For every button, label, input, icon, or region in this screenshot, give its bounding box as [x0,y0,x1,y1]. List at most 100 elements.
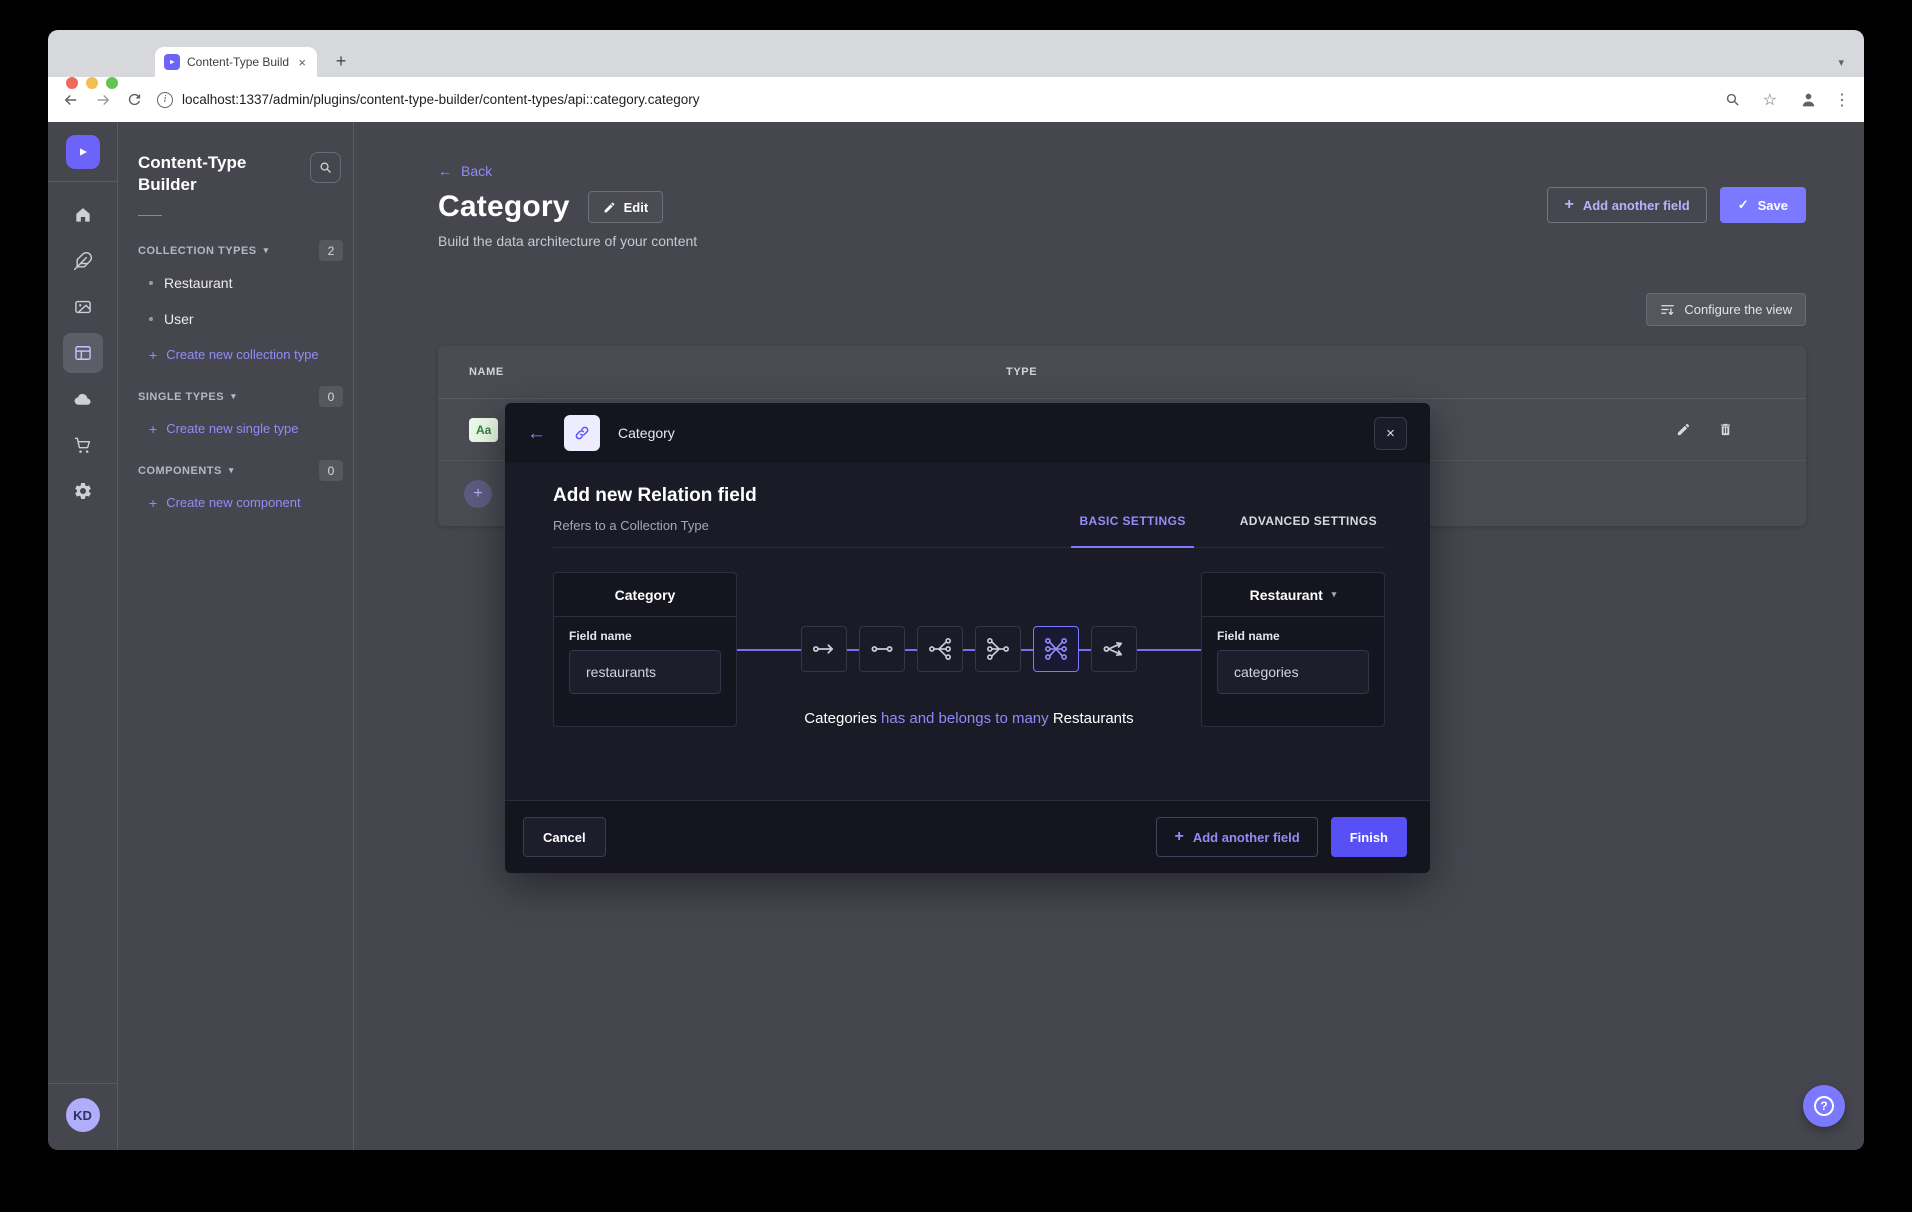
sidebar-item-restaurant[interactable]: Restaurant [138,265,343,301]
relation-type-selector [737,626,1201,672]
browser-tab[interactable]: Content-Type Builder | Strapi × [155,47,317,77]
chevron-down-icon: ▾ [1332,589,1337,600]
finish-button[interactable]: Finish [1331,817,1407,857]
browser-tab-strip: Content-Type Builder | Strapi × + ▾ [48,30,1864,77]
zoom-icon[interactable] [1724,91,1741,108]
rail-item-content-manager[interactable] [63,241,103,281]
cloud-icon [72,389,93,410]
edit-button[interactable]: Edit [588,191,664,223]
create-collection-type-link[interactable]: + Create new collection type [138,337,319,372]
images-icon [73,297,93,317]
plus-icon: + [149,422,157,436]
tab-close-icon[interactable]: × [296,56,308,69]
relation-many-to-one-button[interactable] [975,626,1021,672]
search-button[interactable] [310,152,341,183]
profile-avatar-icon[interactable] [1799,90,1818,109]
help-button[interactable]: ? [1803,1085,1845,1127]
target-field-name-input[interactable] [1217,650,1369,694]
close-icon[interactable]: × [1374,417,1407,450]
pencil-icon [603,201,616,214]
strapi-logo[interactable] [66,135,100,169]
address-bar[interactable]: i localhost:1337/admin/plugins/content-t… [157,92,1710,108]
relation-many-way-button[interactable] [1091,626,1137,672]
many-to-many-icon [1043,636,1069,662]
user-avatar[interactable]: KD [66,1098,100,1132]
modal-header: ← Category × [505,403,1430,463]
relation-one-to-one-button[interactable] [859,626,905,672]
question-icon: ? [1814,1096,1834,1116]
check-icon: ✓ [1738,197,1749,213]
count-badge: 0 [319,386,343,407]
text-type-badge: Aa [469,418,498,442]
tab-advanced-settings[interactable]: ADVANCED SETTINGS [1232,514,1385,548]
list-settings-icon [1660,302,1675,317]
tab-basic-settings[interactable]: BASIC SETTINGS [1071,514,1193,548]
sidebar-item-user[interactable]: User [138,301,343,337]
ctb-sidebar: Content-Type Builder COLLECTION TYPES ▾ … [118,122,354,1150]
minimize-window-button[interactable] [86,77,98,89]
back-link[interactable]: ← Back [438,162,498,180]
create-component-link[interactable]: + Create new component [138,485,301,520]
count-badge: 2 [319,240,343,261]
gear-icon [73,481,93,501]
column-name: NAME [469,366,1006,378]
reload-icon[interactable] [126,91,143,108]
plus-icon: + [149,496,157,510]
target-collection-dropdown[interactable]: Restaurant ▾ [1202,573,1384,617]
relation-configurator: Category Field name [553,572,1385,737]
bookmark-star-icon[interactable]: ☆ [1757,89,1783,111]
column-type: TYPE [1006,366,1037,378]
rail-item-cloud[interactable] [63,379,103,419]
many-to-one-icon [985,636,1011,662]
plus-circle-icon: + [464,480,492,508]
source-field-name-input[interactable] [569,650,721,694]
browser-menu-icon[interactable]: ⋮ [1834,90,1850,110]
chevron-down-icon: ▾ [231,391,236,402]
configure-view-button[interactable]: Configure the view [1646,293,1806,326]
close-window-button[interactable] [66,77,78,89]
section-collection-types[interactable]: COLLECTION TYPES ▾ 2 [138,240,343,261]
modal-add-another-field-button[interactable]: + Add another field [1156,817,1317,857]
tab-title: Content-Type Builder | Strapi [187,55,289,69]
relation-one-to-many-button[interactable] [917,626,963,672]
section-components[interactable]: COMPONENTS ▾ 0 [138,460,343,481]
relation-link-icon [564,415,600,451]
rail-item-marketplace[interactable] [63,425,103,465]
sidebar-divider [138,215,162,216]
save-button[interactable]: ✓ Save [1720,187,1806,223]
home-icon [73,205,93,225]
modal-body: Add new Relation field Refers to a Colle… [505,463,1430,800]
edit-field-button[interactable] [1676,422,1691,437]
pencil-icon [1676,422,1691,437]
url-text: localhost:1337/admin/plugins/content-typ… [182,92,700,107]
relation-sentence: Categories has and belongs to many Resta… [737,710,1201,727]
rail-item-content-type-builder[interactable] [63,333,103,373]
relation-many-to-many-button[interactable] [1033,626,1079,672]
relation-one-way-button[interactable] [801,626,847,672]
new-tab-button[interactable]: + [328,48,354,74]
maximize-window-button[interactable] [106,77,118,89]
rail-item-home[interactable] [63,195,103,235]
section-label: COLLECTION TYPES [138,245,257,257]
modal-subheading: Refers to a Collection Type [553,518,757,533]
trash-icon [1718,422,1733,437]
create-single-type-link[interactable]: + Create new single type [138,411,298,446]
delete-field-button[interactable] [1718,422,1733,437]
modal-back-arrow-icon[interactable]: ← [527,424,546,443]
add-another-field-button[interactable]: + Add another field [1547,187,1706,223]
cancel-button[interactable]: Cancel [523,817,606,857]
forward-icon[interactable] [94,91,112,109]
count-badge: 0 [319,460,343,481]
back-icon[interactable] [62,91,80,109]
rail-item-settings[interactable] [63,471,103,511]
strapi-favicon [164,54,180,70]
section-single-types[interactable]: SINGLE TYPES ▾ 0 [138,386,343,407]
one-to-one-icon [869,636,895,662]
modal-tabs: BASIC SETTINGS ADVANCED SETTINGS [1071,514,1385,547]
one-way-icon [811,636,837,662]
target-card: Restaurant ▾ Field name [1201,572,1385,727]
site-info-icon[interactable]: i [157,92,173,108]
tab-list-chevron-icon[interactable]: ▾ [1832,55,1850,70]
table-header: NAME TYPE [438,346,1806,398]
rail-item-media-library[interactable] [63,287,103,327]
